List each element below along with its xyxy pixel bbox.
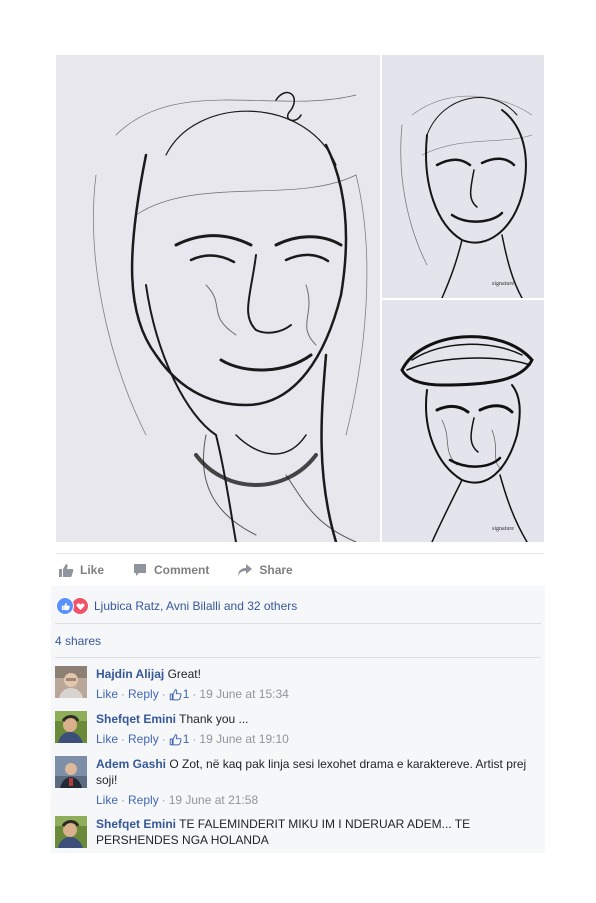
comment-like-count[interactable]: 1 [169,731,190,747]
comment-author[interactable]: Hajdin Alijaj [96,667,164,681]
comment-like-count-value: 1 [182,732,190,746]
avatar[interactable] [55,816,87,848]
comment-reply-link[interactable]: Reply [128,792,159,808]
like-label: Like [80,563,105,577]
comment-author[interactable]: Shefqet Emini [96,712,176,726]
comment-like-count-value: 1 [182,687,190,701]
comment-reply-link[interactable]: Reply [128,686,159,702]
comment-body: Shefqet Emini Thank you ... Like · Reply… [96,711,541,747]
comment-body: Shefqet Emini TE FALEMINDERIT MIKU IM I … [96,816,541,848]
thumbs-up-icon [59,564,74,577]
comment-timestamp[interactable]: 19 June at 15:34 [199,686,288,702]
comment-text: Thank you ... [179,712,249,726]
comment-meta: Like · Reply · 1 · 19 June at 19:10 [96,731,289,747]
like-button[interactable]: Like [58,562,104,578]
like-reaction-icon [56,597,74,615]
comment-bubble-icon [134,564,147,576]
comment-button[interactable]: Comment [132,562,209,578]
post: signature signature [56,55,544,543]
comment-like-link[interactable]: Like [96,686,118,702]
reactions-summary[interactable]: Ljubica Ratz, Avni Bilalli and 32 others [56,597,297,615]
comment-author[interactable]: Shefqet Emini [96,817,176,831]
comment-like-link[interactable]: Like [96,731,118,747]
charcoal-portrait-man-with-cap-icon: signature [382,300,544,542]
share-label: Share [259,563,293,577]
charcoal-portrait-older-man-icon: signature [382,55,544,298]
comment-like-count[interactable]: 1 [169,686,190,702]
avatar[interactable] [55,666,87,698]
comment-label: Comment [154,563,210,577]
shares-count[interactable]: 4 shares [55,634,101,648]
comment-body: Adem Gashi O Zot, në kaq pak linja sesi … [96,756,541,808]
comment-timestamp[interactable]: 19 June at 21:58 [169,792,258,808]
comment-reply-link[interactable]: Reply [128,731,159,747]
comment-text: Great! [167,667,201,681]
comment-body: Hajdin Alijaj Great! Like · Reply · 1 · … [96,666,541,702]
photo-bottom-right[interactable]: signature [382,300,544,542]
thumbs-up-outline-icon [169,733,182,745]
photo-grid: signature signature [56,55,544,543]
photo-main[interactable] [56,55,380,542]
comment-meta: Like · Reply · 1 · 19 June at 15:34 [96,686,289,702]
svg-text:signature: signature [492,526,514,532]
charcoal-portrait-young-man-icon [56,55,380,542]
photo-top-right[interactable]: signature [382,55,544,298]
share-button[interactable]: Share [237,562,293,578]
post-actions-bar: Like Comment Share [56,553,544,587]
comment-timestamp[interactable]: 19 June at 19:10 [199,731,288,747]
avatar[interactable] [55,756,87,788]
avatar[interactable] [55,711,87,743]
comment-author[interactable]: Adem Gashi [96,757,166,771]
divider [55,657,541,658]
svg-text:signature: signature [492,281,514,287]
share-arrow-icon [238,564,253,576]
feedback-section: Ljubica Ratz, Avni Bilalli and 32 others… [51,586,545,853]
divider [55,623,541,624]
comment-meta: Like · Reply · 19 June at 21:58 [96,792,259,808]
comment-like-link[interactable]: Like [96,792,118,808]
reactions-text: Ljubica Ratz, Avni Bilalli and 32 others [94,599,298,613]
thumbs-up-outline-icon [169,688,182,700]
